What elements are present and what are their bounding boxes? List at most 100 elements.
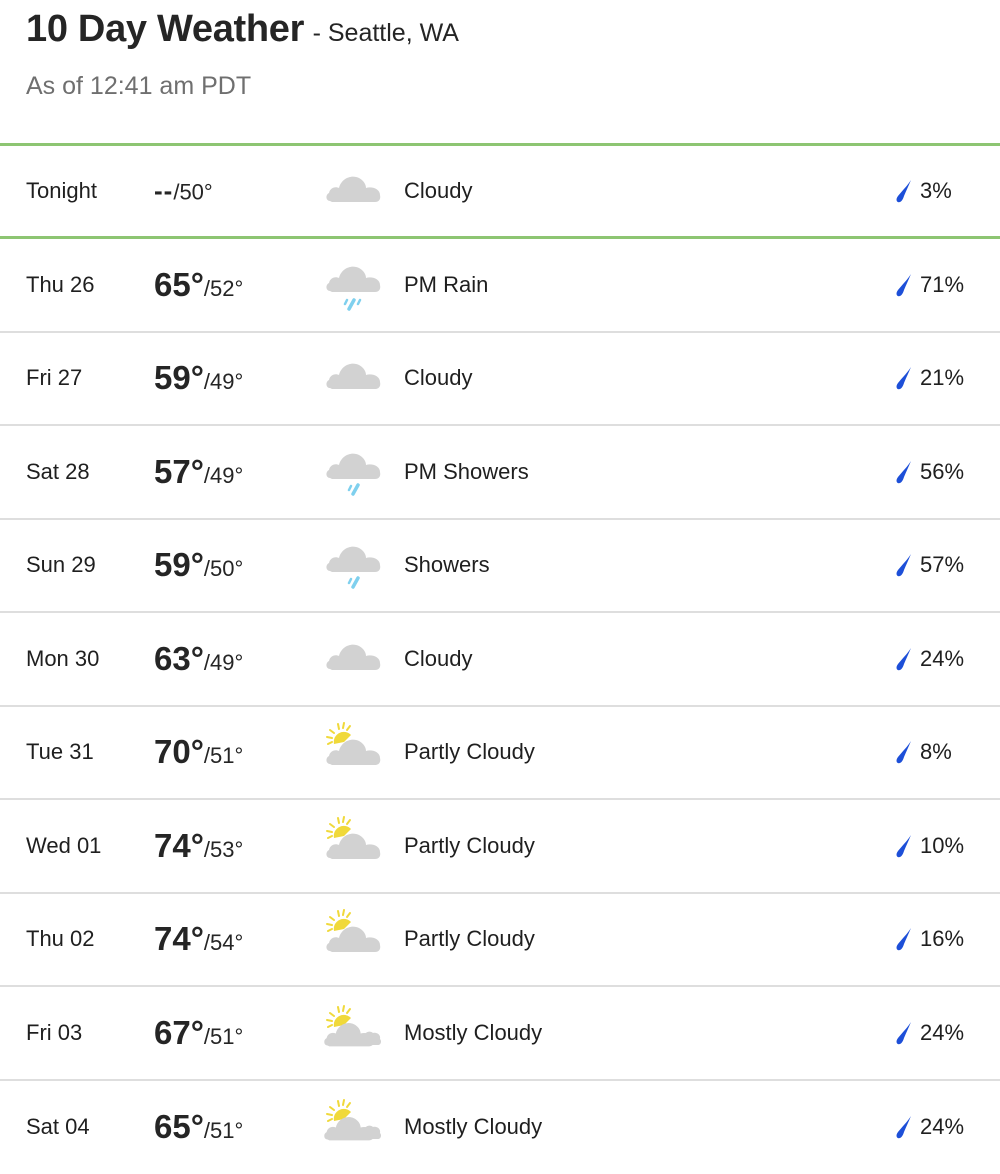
raindrop-icon (894, 460, 914, 484)
condition-label: PM Rain (404, 272, 488, 298)
day-label: Sat 04 (26, 1114, 90, 1140)
forecast-row-fri-03[interactable]: Fri 03 67°/51° Mostly Cloudy 24% (0, 987, 1000, 1081)
high-temp: 59° (154, 359, 204, 396)
low-temp: /49° (204, 369, 243, 394)
forecast-row-sat-04[interactable]: Sat 04 65°/51° Mostly Cloudy 24% (0, 1081, 1000, 1174)
partly-cloudy-icon (324, 909, 384, 969)
precip-value: 21% (920, 365, 964, 391)
cloudy-icon (324, 348, 384, 408)
location-label: - Seattle, WA (313, 19, 459, 47)
mostly-cloudy-icon (324, 1097, 384, 1157)
mostly-cloudy-icon (324, 1003, 384, 1063)
forecast-row-mon-30[interactable]: Mon 30 63°/49° Cloudy 24% (0, 613, 1000, 707)
showers-icon (324, 442, 384, 502)
showers-icon (324, 535, 384, 595)
low-temp: /50° (173, 180, 212, 205)
high-temp: 65° (154, 1108, 204, 1145)
raindrop-icon (894, 273, 914, 297)
raindrop-icon (894, 1115, 914, 1139)
low-temp: /49° (204, 650, 243, 675)
temperatures: 59°/50° (154, 546, 243, 584)
forecast-row-thu-26[interactable]: Thu 26 65°/52° PM Rain 71% (0, 239, 1000, 333)
precip-value: 10% (920, 833, 964, 859)
precip-chance: 24% (894, 1020, 964, 1046)
day-label: Thu 26 (26, 272, 95, 298)
raindrop-icon (894, 179, 914, 203)
day-label: Sun 29 (26, 552, 96, 578)
as-of-timestamp: As of 12:41 am PDT (26, 72, 251, 101)
raindrop-icon (894, 834, 914, 858)
partly-cloudy-icon (324, 816, 384, 876)
day-label: Fri 03 (26, 1020, 82, 1046)
condition-label: Mostly Cloudy (404, 1020, 542, 1046)
condition-label: Partly Cloudy (404, 739, 535, 765)
temperatures: 74°/54° (154, 920, 243, 958)
precip-chance: 16% (894, 926, 964, 952)
high-temp: 74° (154, 827, 204, 864)
precip-value: 57% (920, 552, 964, 578)
forecast-row-tonight[interactable]: Tonight --/50° Cloudy 3% (0, 143, 1000, 239)
page-header: 10 Day Weather - Seattle, WA As of 12:41… (0, 0, 1000, 143)
condition-label: Partly Cloudy (404, 926, 535, 952)
raindrop-icon (894, 366, 914, 390)
raindrop-icon (894, 647, 914, 671)
temperatures: 65°/51° (154, 1108, 243, 1146)
precip-chance: 57% (894, 552, 964, 578)
condition-label: Cloudy (404, 178, 472, 204)
precip-chance: 24% (894, 1114, 964, 1140)
day-label: Tonight (26, 178, 97, 204)
high-temp: 74° (154, 920, 204, 957)
low-temp: /54° (204, 930, 243, 955)
precip-value: 24% (920, 646, 964, 672)
precip-chance: 71% (894, 272, 964, 298)
temperatures: 63°/49° (154, 640, 243, 678)
day-label: Fri 27 (26, 365, 82, 391)
day-label: Tue 31 (26, 739, 94, 765)
precip-chance: 10% (894, 833, 964, 859)
condition-label: Showers (404, 552, 490, 578)
high-temp: 63° (154, 640, 204, 677)
condition-label: Cloudy (404, 365, 472, 391)
condition-label: PM Showers (404, 459, 529, 485)
day-label: Sat 28 (26, 459, 90, 485)
rain-icon (324, 255, 384, 315)
temperatures: 59°/49° (154, 359, 243, 397)
temperatures: 57°/49° (154, 453, 243, 491)
forecast-row-sat-28[interactable]: Sat 28 57°/49° PM Showers 56% (0, 426, 1000, 520)
forecast-row-tue-31[interactable]: Tue 31 70°/51° Partly Cloudy 8% (0, 707, 1000, 801)
precip-value: 24% (920, 1114, 964, 1140)
low-temp: /52° (204, 276, 243, 301)
precip-chance: 56% (894, 459, 964, 485)
low-temp: /51° (204, 1024, 243, 1049)
precip-chance: 21% (894, 365, 964, 391)
condition-label: Partly Cloudy (404, 833, 535, 859)
partly-cloudy-icon (324, 722, 384, 782)
forecast-row-wed-01[interactable]: Wed 01 74°/53° Partly Cloudy 10% (0, 800, 1000, 894)
forecast-row-fri-27[interactable]: Fri 27 59°/49° Cloudy 21% (0, 333, 1000, 427)
precip-value: 8% (920, 739, 952, 765)
precip-chance: 8% (894, 739, 952, 765)
temperatures: --/50° (154, 176, 213, 207)
day-label: Mon 30 (26, 646, 99, 672)
cloudy-icon (324, 629, 384, 689)
temperatures: 70°/51° (154, 733, 243, 771)
high-temp: 59° (154, 546, 204, 583)
title-line: 10 Day Weather - Seattle, WA (26, 8, 459, 51)
forecast-row-sun-29[interactable]: Sun 29 59°/50° Showers 57% (0, 520, 1000, 614)
temperatures: 67°/51° (154, 1014, 243, 1052)
forecast-list: Tonight --/50° Cloudy 3% Thu 26 65°/52° … (0, 143, 1000, 1174)
high-temp: 67° (154, 1014, 204, 1051)
high-temp: 57° (154, 453, 204, 490)
condition-label: Mostly Cloudy (404, 1114, 542, 1140)
raindrop-icon (894, 740, 914, 764)
precip-value: 56% (920, 459, 964, 485)
raindrop-icon (894, 553, 914, 577)
precip-value: 24% (920, 1020, 964, 1046)
high-temp: 70° (154, 733, 204, 770)
low-temp: /50° (204, 556, 243, 581)
day-label: Thu 02 (26, 926, 95, 952)
low-temp: /53° (204, 837, 243, 862)
low-temp: /49° (204, 463, 243, 488)
forecast-row-thu-02[interactable]: Thu 02 74°/54° Partly Cloudy 16% (0, 894, 1000, 988)
precip-chance: 24% (894, 646, 964, 672)
